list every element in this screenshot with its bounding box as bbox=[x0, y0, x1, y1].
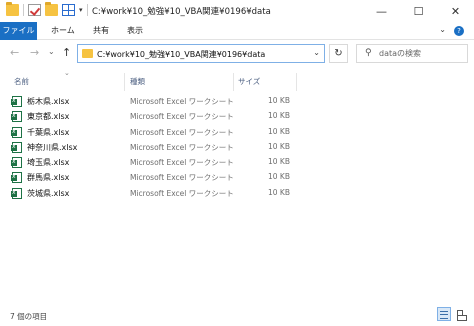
file-row[interactable]: 千葉県.xlsx Microsoft Excel ワークシート 10 KB bbox=[8, 125, 308, 140]
address-path[interactable]: C:¥work¥10_勉強¥10_VBA関連¥0196¥data bbox=[97, 49, 265, 60]
quick-access-toolbar: ▾ bbox=[6, 2, 88, 16]
ribbon-tab-bar: ファイル ホーム 共有 表示 ⌄ ? bbox=[0, 22, 474, 40]
navigation-bar: ← → ⌄ ↑ C:¥work¥10_勉強¥10_VBA関連¥0196¥data… bbox=[0, 40, 474, 66]
toolbar-divider bbox=[86, 4, 88, 16]
tab-home[interactable]: ホーム bbox=[42, 22, 84, 40]
customize-toolbar-chevron-icon[interactable]: ▾ bbox=[79, 6, 83, 14]
maximize-button[interactable]: ☐ bbox=[400, 0, 437, 22]
file-type: Microsoft Excel ワークシート bbox=[130, 158, 234, 168]
file-size: 10 KB bbox=[268, 187, 290, 197]
file-type: Microsoft Excel ワークシート bbox=[130, 112, 234, 122]
column-header-type[interactable]: 種類 bbox=[130, 75, 145, 89]
tab-file[interactable]: ファイル bbox=[0, 22, 37, 40]
column-header-size[interactable]: サイズ bbox=[238, 75, 260, 89]
new-folder-icon[interactable] bbox=[45, 2, 58, 16]
details-view-icon[interactable] bbox=[437, 307, 451, 321]
file-size: 10 KB bbox=[268, 111, 290, 121]
forward-arrow-icon[interactable]: → bbox=[30, 46, 39, 59]
column-divider[interactable] bbox=[124, 73, 125, 91]
view-toggle bbox=[437, 307, 468, 321]
window-controls: — ☐ ✕ bbox=[363, 0, 474, 22]
file-size: 10 KB bbox=[268, 141, 290, 151]
file-name[interactable]: 茨城県.xlsx bbox=[27, 188, 69, 199]
file-size: 10 KB bbox=[268, 157, 290, 167]
search-icon: ⚲ bbox=[365, 48, 372, 58]
tab-view[interactable]: 表示 bbox=[118, 22, 152, 40]
file-name[interactable]: 神奈川県.xlsx bbox=[27, 142, 77, 153]
status-item-count: 7 個の項目 bbox=[10, 312, 48, 321]
up-arrow-icon[interactable]: ↑ bbox=[62, 46, 71, 59]
help-icon[interactable]: ? bbox=[454, 26, 464, 36]
file-type: Microsoft Excel ワークシート bbox=[130, 173, 234, 183]
expand-ribbon-chevron-icon[interactable]: ⌄ bbox=[439, 25, 446, 34]
tab-share[interactable]: 共有 bbox=[84, 22, 118, 40]
file-type: Microsoft Excel ワークシート bbox=[130, 142, 234, 152]
excel-file-icon bbox=[11, 157, 22, 169]
properties-check-icon[interactable] bbox=[28, 4, 41, 16]
folder-icon bbox=[82, 49, 93, 58]
excel-file-icon bbox=[11, 96, 22, 107]
close-button[interactable]: ✕ bbox=[437, 0, 474, 22]
view-grid-icon[interactable] bbox=[62, 4, 75, 16]
file-row[interactable]: 東京都.xlsx Microsoft Excel ワークシート 10 KB bbox=[8, 109, 308, 124]
back-arrow-icon[interactable]: ← bbox=[10, 46, 19, 59]
column-divider[interactable] bbox=[233, 73, 234, 91]
file-row[interactable]: 神奈川県.xlsx Microsoft Excel ワークシート 10 KB bbox=[8, 140, 308, 155]
sort-chevron-icon: ⌄ bbox=[64, 69, 70, 77]
excel-file-icon bbox=[11, 187, 22, 199]
minimize-button[interactable]: — bbox=[363, 0, 400, 22]
file-row[interactable]: 群馬県.xlsx Microsoft Excel ワークシート 10 KB bbox=[8, 170, 308, 185]
address-bar[interactable]: C:¥work¥10_勉強¥10_VBA関連¥0196¥data ⌄ bbox=[77, 44, 325, 63]
excel-file-icon bbox=[11, 172, 22, 184]
search-input[interactable] bbox=[379, 46, 465, 61]
file-row[interactable]: 埼玉県.xlsx Microsoft Excel ワークシート 10 KB bbox=[8, 155, 308, 170]
title-bar: ▾ C:¥work¥10_勉強¥10_VBA関連¥0196¥data — ☐ ✕ bbox=[0, 0, 474, 22]
folder-icon[interactable] bbox=[6, 2, 19, 16]
search-box[interactable]: ⚲ bbox=[356, 44, 468, 63]
file-list: 栃木県.xlsx Microsoft Excel ワークシート 10 KB 東京… bbox=[8, 94, 308, 201]
column-divider[interactable] bbox=[296, 73, 297, 91]
address-dropdown-chevron-icon[interactable]: ⌄ bbox=[313, 48, 320, 57]
file-type: Microsoft Excel ワークシート bbox=[130, 188, 234, 198]
file-row[interactable]: 茨城県.xlsx Microsoft Excel ワークシート 10 KB bbox=[8, 186, 308, 201]
file-row[interactable]: 栃木県.xlsx Microsoft Excel ワークシート 10 KB bbox=[8, 94, 308, 109]
large-icons-view-icon[interactable] bbox=[454, 307, 468, 321]
column-header-name[interactable]: 名前 bbox=[14, 75, 29, 89]
file-name[interactable]: 埼玉県.xlsx bbox=[27, 157, 69, 168]
file-name[interactable]: 栃木県.xlsx bbox=[27, 96, 69, 107]
toolbar-divider bbox=[23, 4, 24, 16]
window-title: C:¥work¥10_勉強¥10_VBA関連¥0196¥data bbox=[92, 7, 271, 17]
file-size: 10 KB bbox=[268, 96, 290, 105]
excel-file-icon bbox=[11, 111, 22, 123]
file-type: Microsoft Excel ワークシート bbox=[130, 97, 234, 106]
recent-locations-chevron-icon[interactable]: ⌄ bbox=[48, 47, 55, 56]
file-name[interactable]: 東京都.xlsx bbox=[27, 111, 69, 122]
excel-file-icon bbox=[11, 141, 22, 153]
refresh-button[interactable]: ↻ bbox=[329, 44, 348, 63]
file-name[interactable]: 千葉県.xlsx bbox=[27, 127, 69, 138]
excel-file-icon bbox=[11, 126, 22, 138]
file-type: Microsoft Excel ワークシート bbox=[130, 127, 234, 137]
file-name[interactable]: 群馬県.xlsx bbox=[27, 172, 69, 183]
file-size: 10 KB bbox=[268, 172, 290, 182]
file-size: 10 KB bbox=[268, 126, 290, 136]
